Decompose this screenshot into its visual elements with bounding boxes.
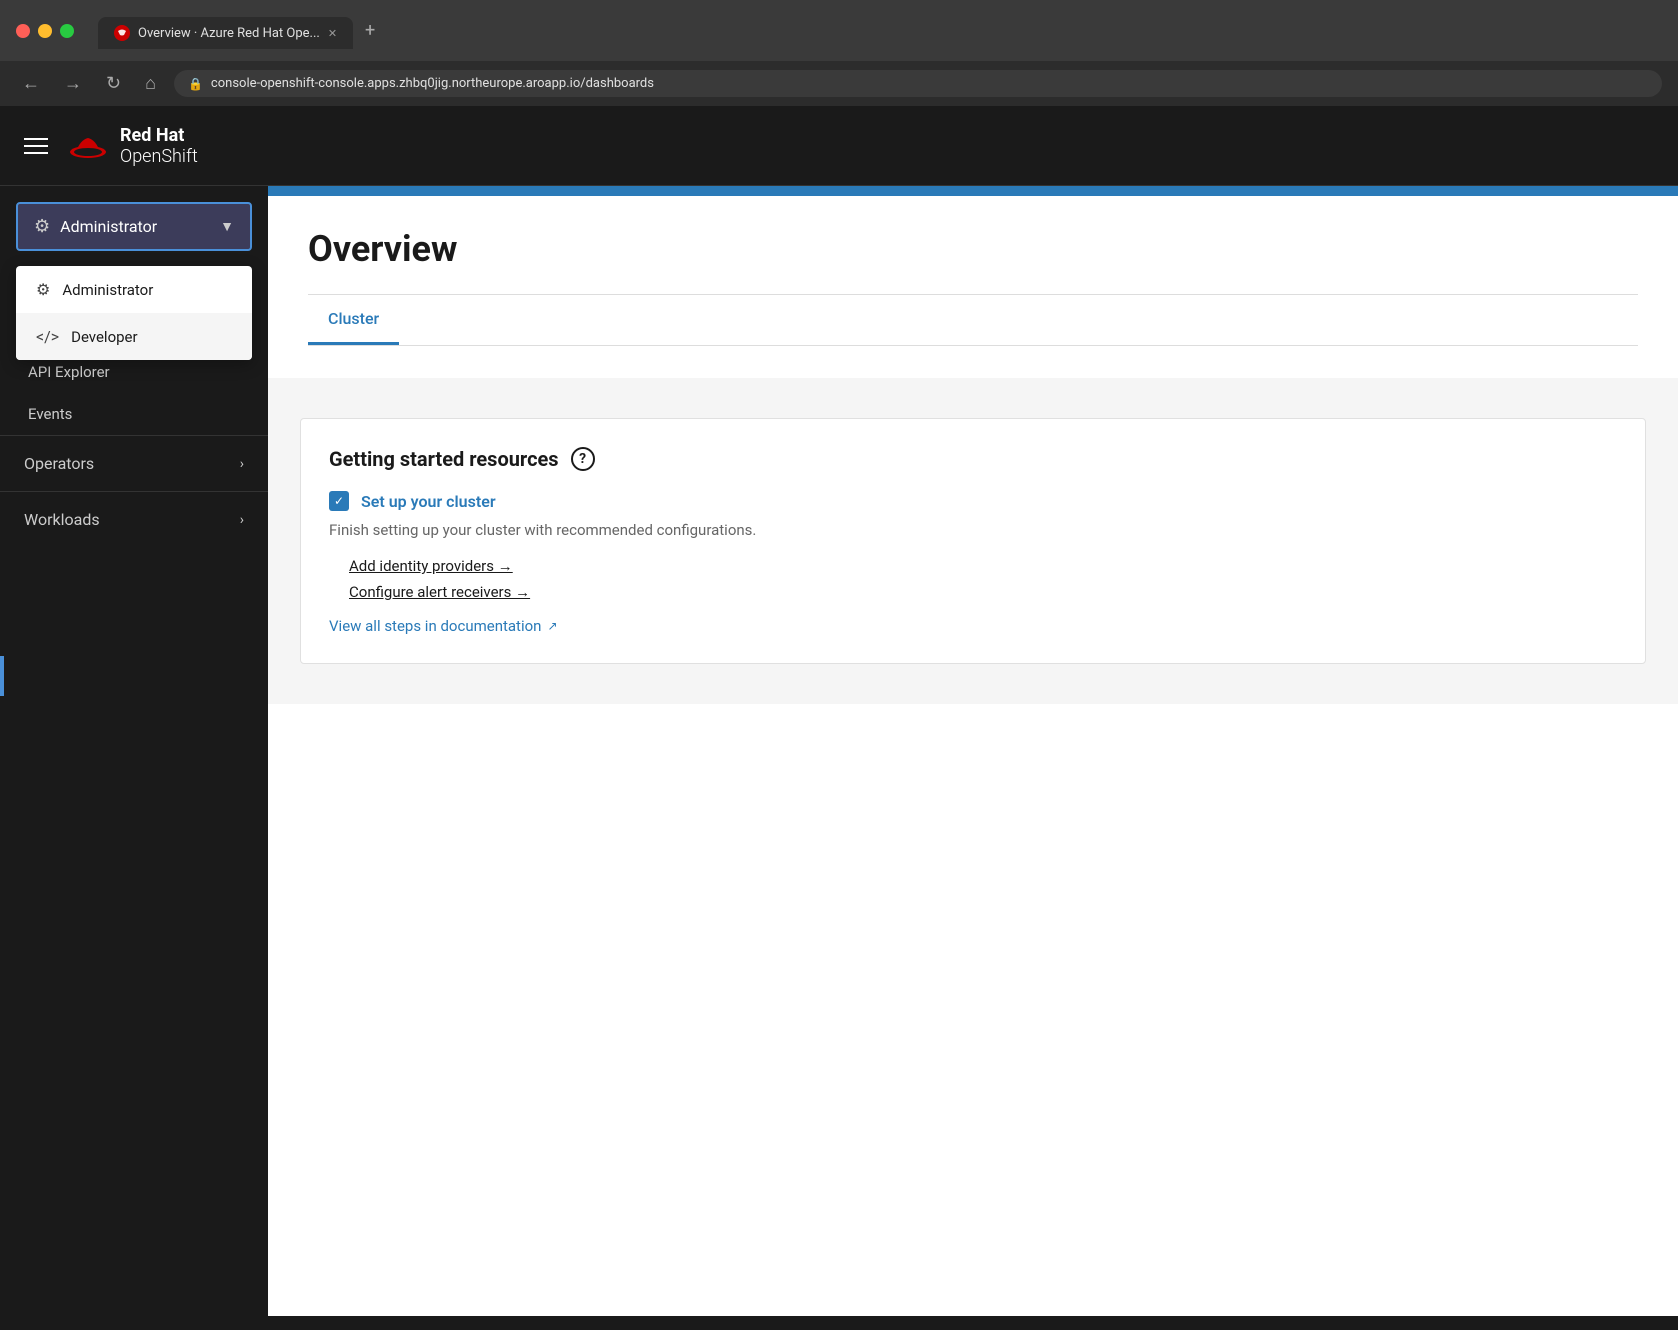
sidebar-workloads-button[interactable]: Workloads › xyxy=(0,492,268,547)
tab-close-icon[interactable]: ✕ xyxy=(328,27,337,40)
tab-cluster-label: Cluster xyxy=(328,309,379,328)
sidebar-section-operators: Operators › xyxy=(0,435,268,491)
operators-label: Operators xyxy=(24,454,94,473)
setup-checkbox-icon: ✓ xyxy=(329,491,349,511)
main-inner: Overview Cluster xyxy=(268,196,1678,378)
perspective-chevron-icon: ▼ xyxy=(220,218,234,235)
lock-icon: 🔒 xyxy=(188,77,203,91)
perspective-option-administrator[interactable]: ⚙ Administrator xyxy=(16,266,252,313)
setup-cluster-item: ✓ Set up your cluster xyxy=(329,491,1617,511)
developer-code-icon: </> xyxy=(36,327,59,346)
perspective-selector[interactable]: ⚙ Administrator ▼ xyxy=(16,202,252,251)
redhat-hat-icon xyxy=(68,130,108,162)
main-content: Overview Cluster Getting started resourc… xyxy=(268,186,1678,1316)
close-button[interactable] xyxy=(16,24,30,38)
workloads-chevron-icon: › xyxy=(240,512,244,528)
back-button[interactable]: ← xyxy=(16,69,46,98)
perspective-dropdown: ⚙ Administrator </> Developer xyxy=(16,266,252,360)
product-name: OpenShift xyxy=(120,146,198,167)
url-text: console-openshift-console.apps.zhbq0jig.… xyxy=(211,76,654,91)
tab-title: Overview · Azure Red Hat Ope... xyxy=(138,26,320,41)
brand-name: Red Hat xyxy=(120,125,198,146)
operators-chevron-icon: › xyxy=(240,456,244,472)
maximize-button[interactable] xyxy=(60,24,74,38)
main-header-bar xyxy=(268,186,1678,196)
minimize-button[interactable] xyxy=(38,24,52,38)
home-button[interactable]: ⌂ xyxy=(139,69,162,98)
browser-titlebar: Overview · Azure Red Hat Ope... ✕ + xyxy=(0,0,1678,61)
developer-label: Developer xyxy=(71,328,138,346)
browser-toolbar: ← → ↻ ⌂ 🔒 console-openshift-console.apps… xyxy=(0,61,1678,106)
sidebar-accent-bar xyxy=(0,656,4,696)
perspective-label: Administrator xyxy=(60,217,210,236)
app: Red Hat OpenShift ⚙ Administrator ▼ ⚙ Ad… xyxy=(0,106,1678,1316)
view-docs-label: View all steps in documentation xyxy=(329,617,541,635)
sidebar-item-events[interactable]: Events xyxy=(0,393,268,435)
app-header: Red Hat OpenShift xyxy=(0,106,1678,186)
administrator-gear-icon: ⚙ xyxy=(36,280,50,299)
configure-alert-receivers-link[interactable]: Configure alert receivers → xyxy=(349,583,1597,601)
perspective-option-developer[interactable]: </> Developer xyxy=(16,313,252,360)
events-label: Events xyxy=(28,405,72,423)
reload-button[interactable]: ↻ xyxy=(100,69,127,98)
card-title-text: Getting started resources xyxy=(329,447,559,471)
tab-favicon xyxy=(114,25,130,41)
new-tab-button[interactable]: + xyxy=(353,12,387,49)
administrator-label: Administrator xyxy=(62,281,153,299)
sidebar-operators-button[interactable]: Operators › xyxy=(0,436,268,491)
card-title: Getting started resources ? xyxy=(329,447,1617,471)
browser-tabs: Overview · Azure Red Hat Ope... ✕ + xyxy=(98,12,387,49)
app-body: ⚙ Administrator ▼ ⚙ Administrator </> De… xyxy=(0,186,1678,1316)
tabs-bar: Cluster xyxy=(308,295,1638,346)
content-section: Getting started resources ? ✓ Set up you… xyxy=(268,378,1678,704)
getting-started-card: Getting started resources ? ✓ Set up you… xyxy=(300,418,1646,664)
logo-area: Red Hat OpenShift xyxy=(68,125,198,167)
address-bar[interactable]: 🔒 console-openshift-console.apps.zhbq0ji… xyxy=(174,70,1662,97)
redhat-logo xyxy=(68,130,108,162)
sidebar: ⚙ Administrator ▼ ⚙ Administrator </> De… xyxy=(0,186,268,1316)
perspective-gear-icon: ⚙ xyxy=(34,216,50,237)
add-identity-providers-link[interactable]: Add identity providers → xyxy=(349,557,1597,575)
setup-cluster-label[interactable]: Set up your cluster xyxy=(361,492,496,511)
setup-cluster-desc: Finish setting up your cluster with reco… xyxy=(329,521,1617,539)
help-icon[interactable]: ? xyxy=(571,447,595,471)
view-docs-link[interactable]: View all steps in documentation ↗ xyxy=(329,617,1617,635)
active-tab[interactable]: Overview · Azure Red Hat Ope... ✕ xyxy=(98,17,353,49)
workloads-label: Workloads xyxy=(24,510,100,529)
page-title: Overview xyxy=(308,228,1638,270)
tab-cluster[interactable]: Cluster xyxy=(308,295,399,345)
hamburger-menu[interactable] xyxy=(24,138,48,154)
sidebar-section-workloads: Workloads › xyxy=(0,491,268,547)
traffic-lights xyxy=(16,24,74,38)
external-link-icon: ↗ xyxy=(547,619,557,633)
forward-button[interactable]: → xyxy=(58,69,88,98)
logo-text: Red Hat OpenShift xyxy=(120,125,198,167)
api-explorer-label: API Explorer xyxy=(28,363,110,381)
